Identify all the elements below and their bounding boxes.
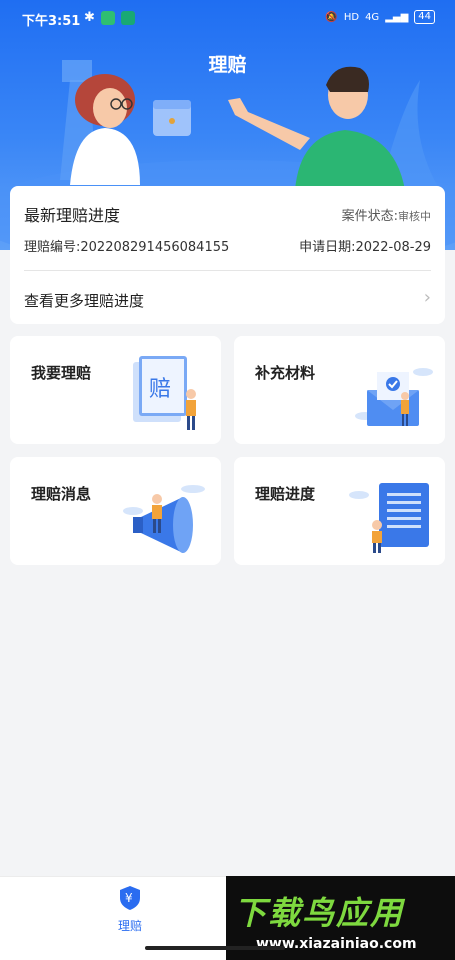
yen-glyph: ¥ — [125, 891, 133, 905]
tile-file-claim[interactable]: 我要理赔 赔 — [10, 336, 221, 444]
battery-icon: 44 — [414, 10, 435, 24]
more-progress-link[interactable]: 查看更多理赔进度 — [24, 290, 144, 311]
claim-number: 理赔编号:202208291456084155 — [24, 240, 230, 255]
case-status-label: 案件状态: — [341, 209, 398, 224]
shield-icon: ¥ — [120, 886, 140, 910]
status-right-icons: 🔕 HD 4G ▂▄▆ 44 — [325, 10, 435, 24]
progress-card-title: 最新理赔进度 — [24, 206, 121, 225]
apply-date: 申请日期:2022-08-29 — [299, 240, 431, 255]
claim-doc-glyph: 赔 — [149, 377, 171, 402]
status-time: 下午3:51 — [22, 14, 81, 29]
megaphone-icon — [123, 485, 205, 553]
tile-file-claim-label: 我要理赔 — [31, 364, 92, 382]
app-notification-icon — [100, 10, 115, 25]
watermark-brand: 下载鸟应用 — [234, 894, 405, 932]
status-left-icons: ✱ — [84, 10, 135, 25]
tile-progress-label: 理赔进度 — [255, 485, 316, 503]
network-label: 4G — [365, 11, 380, 23]
tile-messages-label: 理赔消息 — [31, 485, 92, 503]
mute-icon: 🔕 — [325, 11, 338, 23]
tile-claim-progress[interactable]: 理赔进度 — [234, 457, 445, 565]
tile-supplement-materials[interactable]: 补充材料 — [234, 336, 445, 444]
signal-icon: ▂▄▆ — [385, 11, 409, 23]
app-notification-icon-2 — [120, 10, 135, 25]
chevron-right-icon[interactable]: › — [424, 287, 431, 308]
latest-progress-card: 最新理赔进度 案件状态:审核中 理赔编号:202208291456084155 … — [10, 186, 445, 324]
progress-report-icon — [349, 483, 429, 553]
tile-claim-messages[interactable]: 理赔消息 — [10, 457, 221, 565]
tab-claim[interactable]: ¥ 理赔 — [100, 885, 160, 934]
case-status: 案件状态:审核中 — [342, 205, 431, 224]
case-status-value: 审核中 — [398, 210, 431, 223]
divider — [24, 270, 431, 271]
envelope-icon — [355, 368, 433, 426]
tile-supplement-label: 补充材料 — [255, 364, 316, 382]
claim-document-icon: 赔 — [133, 356, 196, 430]
home-indicator[interactable] — [145, 946, 285, 950]
status-bar: 下午3:51 ✱ 🔕 HD 4G ▂▄▆ 44 — [0, 0, 455, 36]
hd-icon: HD — [343, 11, 360, 23]
page-title: 理赔 — [208, 54, 247, 76]
bluetooth-icon: ✱ — [84, 10, 95, 25]
tab-claim-label: 理赔 — [117, 919, 142, 933]
